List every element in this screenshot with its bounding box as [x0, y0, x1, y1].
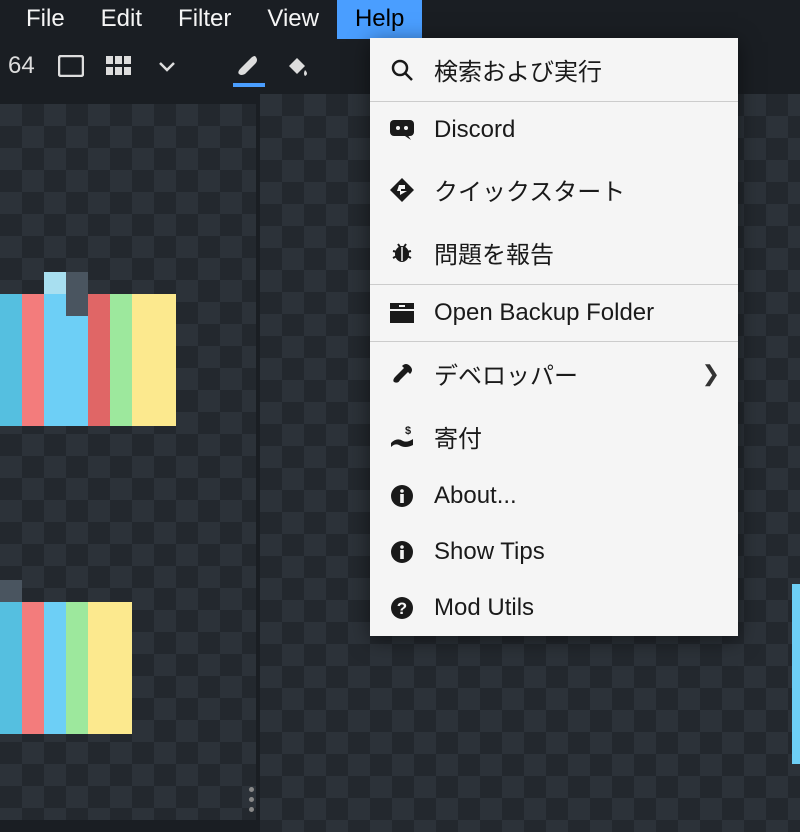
svg-text:?: ?: [397, 599, 407, 618]
brush-tool-icon[interactable]: [233, 55, 265, 87]
help-quickstart[interactable]: クイックスタート: [370, 158, 738, 221]
folder-icon: [388, 299, 416, 327]
canvas-content-edge: [792, 584, 800, 764]
frame-thumbnail-1[interactable]: [0, 272, 176, 426]
discord-icon: [388, 116, 416, 144]
chevron-right-icon: ❯: [702, 361, 720, 387]
svg-text:$: $: [405, 425, 411, 437]
help-open-backup[interactable]: Open Backup Folder: [370, 284, 738, 341]
help-about[interactable]: About...: [370, 468, 738, 524]
menu-label: Show Tips: [434, 538, 720, 566]
menu-view[interactable]: View: [249, 0, 337, 39]
menu-label: 寄付: [434, 419, 720, 454]
info-icon: [388, 538, 416, 566]
frames-panel: [0, 94, 260, 832]
menu-label: デベロッパー: [434, 356, 684, 391]
help-dropdown: 検索および実行 Discord クイックスタート 問題を報告 Open Back…: [370, 38, 738, 636]
menu-edit[interactable]: Edit: [83, 0, 160, 39]
help-search-run[interactable]: 検索および実行: [370, 38, 738, 101]
help-show-tips[interactable]: Show Tips: [370, 524, 738, 580]
info-icon: [388, 482, 416, 510]
help-discord[interactable]: Discord: [370, 101, 738, 158]
grid-icon[interactable]: [103, 50, 135, 82]
bucket-tool-icon[interactable]: [281, 50, 313, 82]
menu-label: Open Backup Folder: [434, 299, 720, 327]
frame-thumbnail-2[interactable]: [0, 580, 132, 734]
question-icon: ?: [388, 594, 416, 622]
menu-label: Discord: [434, 116, 720, 144]
donate-icon: $: [388, 423, 416, 451]
help-donate[interactable]: $ 寄付: [370, 405, 738, 468]
more-menu-icon[interactable]: [249, 787, 254, 812]
menu-label: 検索および実行: [434, 52, 720, 87]
menu-filter[interactable]: Filter: [160, 0, 249, 39]
menu-label: クイックスタート: [434, 172, 720, 207]
help-mod-utils[interactable]: ? Mod Utils: [370, 580, 738, 636]
frame-icon[interactable]: [55, 50, 87, 82]
bug-icon: [388, 239, 416, 267]
zoom-value: 64: [8, 52, 39, 80]
quickstart-icon: [388, 176, 416, 204]
menu-label: About...: [434, 482, 720, 510]
menu-help[interactable]: Help: [337, 0, 422, 39]
wrench-icon: [388, 360, 416, 388]
help-report-issue[interactable]: 問題を報告: [370, 221, 738, 284]
chevron-down-icon[interactable]: [151, 50, 183, 82]
help-developer[interactable]: デベロッパー ❯: [370, 341, 738, 405]
menubar: File Edit Filter View Help: [0, 0, 800, 38]
menu-label: Mod Utils: [434, 594, 720, 622]
menu-file[interactable]: File: [8, 0, 83, 39]
menu-label: 問題を報告: [434, 235, 720, 270]
search-icon: [388, 56, 416, 84]
